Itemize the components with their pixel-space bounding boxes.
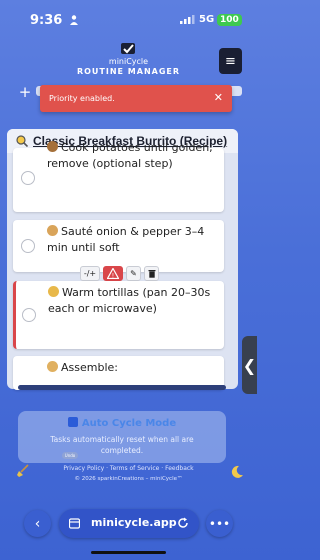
- person-icon: [70, 15, 78, 25]
- horizontal-scrollbar[interactable]: [18, 385, 226, 390]
- pencil-icon: ✎: [130, 269, 137, 278]
- task-action-toolbar: -/+ ! ✎: [80, 266, 159, 281]
- onion-icon: [47, 225, 58, 236]
- trash-icon: [148, 270, 155, 278]
- auto-cycle-title: Auto Cycle Mode: [18, 417, 226, 429]
- close-icon[interactable]: ✕: [214, 91, 223, 104]
- moon-icon[interactable]: [230, 465, 244, 479]
- cycle-icon: [67, 417, 78, 427]
- burrito-icon: [47, 361, 58, 372]
- delete-button[interactable]: [144, 266, 159, 281]
- task-text: Warm tortillas (pan 20–30s each or micro…: [48, 286, 211, 315]
- signal-icon: [180, 15, 195, 24]
- task-item[interactable]: Cook potatoes until golden; remove (opti…: [13, 141, 224, 212]
- move-button[interactable]: -/+: [80, 266, 100, 281]
- auto-cycle-label: Auto Cycle Mode: [81, 418, 177, 429]
- chevron-left-icon: ‹: [34, 515, 41, 532]
- reload-icon[interactable]: [177, 517, 189, 529]
- auto-cycle-description: Tasks automatically reset when all are c…: [50, 435, 194, 455]
- toast-message: Priority enabled.: [49, 94, 115, 103]
- menu-button[interactable]: ≡: [219, 48, 242, 74]
- footer-links[interactable]: Privacy Policy · Terms of Service · Feed…: [0, 465, 257, 472]
- hamburger-icon: ≡: [225, 53, 236, 69]
- battery-badge: 100: [217, 14, 242, 26]
- chevron-left-icon: ❮: [242, 355, 257, 375]
- task-checkbox[interactable]: [22, 308, 36, 322]
- priority-button[interactable]: !: [103, 266, 123, 281]
- side-panel-handle[interactable]: ❮: [242, 336, 257, 394]
- edit-button[interactable]: ✎: [126, 266, 141, 281]
- task-checkbox[interactable]: [21, 171, 35, 185]
- warning-icon: !: [107, 268, 119, 279]
- taco-icon: [48, 286, 59, 297]
- back-button[interactable]: ‹: [24, 510, 51, 537]
- svg-text:!: !: [112, 272, 114, 279]
- home-indicator: [91, 551, 166, 554]
- network-type: 5G: [199, 14, 215, 25]
- add-task-button[interactable]: +: [14, 85, 36, 101]
- status-time: 9:36: [30, 13, 63, 28]
- potato-icon: [47, 141, 58, 152]
- task-text: Assemble:: [61, 361, 118, 374]
- status-bar: 9:36 5G 100: [0, 0, 257, 34]
- task-item[interactable]: Sauté onion & pepper 3–4 min until soft: [13, 220, 224, 272]
- task-text: Cook potatoes until golden; remove (opti…: [47, 141, 213, 170]
- address-bar[interactable]: minicycle.app: [59, 509, 199, 538]
- toast-notification: Priority enabled. ✕: [40, 85, 232, 112]
- more-icon: •••: [208, 516, 231, 531]
- undo-button[interactable]: Undo: [62, 452, 78, 459]
- search-icon: [16, 135, 28, 147]
- url-text: minicycle.app: [91, 516, 177, 529]
- task-item-priority[interactable]: Warm tortillas (pan 20–30s each or micro…: [13, 281, 224, 349]
- auto-cycle-card: Auto Cycle Mode Tasks automatically rese…: [18, 411, 226, 463]
- logo-icon: [121, 43, 135, 54]
- task-checkbox[interactable]: [21, 239, 35, 253]
- task-text: Sauté onion & pepper 3–4 min until soft: [47, 225, 205, 254]
- site-settings-icon: [69, 518, 80, 529]
- footer-copyright: © 2026 sparkinCreations – miniCycle™: [74, 476, 183, 482]
- more-button[interactable]: •••: [206, 510, 233, 537]
